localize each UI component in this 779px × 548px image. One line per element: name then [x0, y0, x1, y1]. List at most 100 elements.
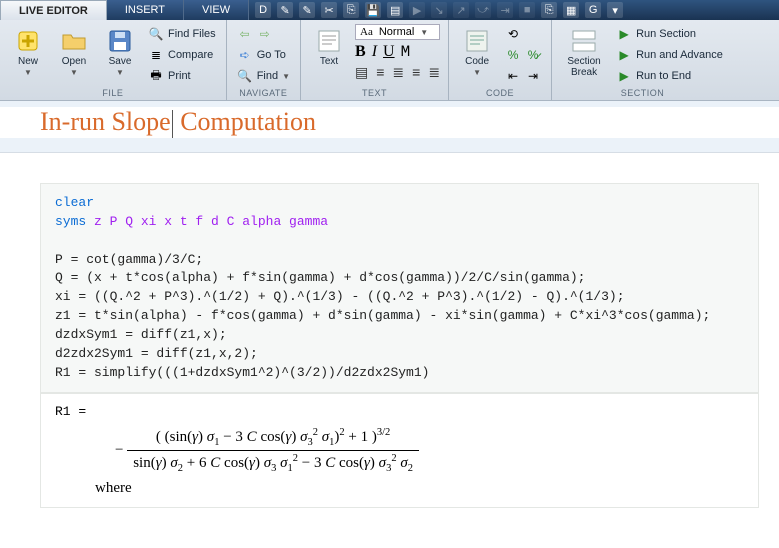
group-file-label: FILE [8, 86, 218, 100]
group-code-label: CODE [457, 86, 543, 100]
find-icon: 🔍 [237, 68, 253, 84]
goto-label: Go To [257, 49, 286, 61]
open-label: Open [62, 56, 86, 67]
output-var-label: R1 = [55, 404, 744, 419]
run-advance-label: Run and Advance [636, 49, 723, 61]
code-icon [464, 28, 490, 54]
save-all-icon[interactable]: ▤ [387, 2, 403, 18]
new-button[interactable]: New▼ [8, 24, 48, 78]
outdent-icon: ⇤ [505, 68, 521, 84]
section-break-button[interactable]: Section Break [560, 24, 608, 78]
doc-g-icon[interactable]: G [585, 2, 601, 18]
goto-button[interactable]: ➪Go To [235, 45, 292, 65]
uncomment-icon: %̷ [525, 47, 541, 63]
code-button-label: Code [465, 56, 489, 67]
group-section: Section Break ▶Run Section ▶ Run and Adva… [552, 20, 733, 100]
code-kw-syms: syms [55, 214, 94, 229]
align-left-button[interactable]: ≣ [392, 64, 404, 81]
qat-more-icon[interactable]: ▾ [607, 2, 623, 18]
stop-icon[interactable]: ■ [519, 2, 535, 18]
step-over-icon[interactable]: ⤻ [475, 2, 491, 18]
tab-view[interactable]: VIEW [184, 0, 249, 20]
tab-live-editor[interactable]: LIVE EDITOR [0, 0, 107, 20]
find-files-label: Find Files [168, 28, 216, 40]
save-icon[interactable]: 💾 [365, 2, 381, 18]
find-label: Find [257, 70, 278, 82]
comment-icon: % [505, 47, 521, 63]
run-advance-icon: ▶ [616, 47, 632, 63]
comment-button[interactable]: %%̷ [503, 45, 543, 65]
find-files-button[interactable]: 🔍 Find Files [146, 24, 218, 44]
tab-row: LIVE EDITOR INSERT VIEW D ✎ ✎ ✂ ⎘ 💾 ▤ ▶ … [0, 0, 779, 20]
number-list-button[interactable]: ≡ [376, 64, 384, 81]
find-files-icon: 🔍 [148, 26, 164, 42]
underline-button[interactable]: U [383, 43, 395, 61]
code-line-7: dzdxSym1 = diff(z1,x); [55, 327, 227, 342]
group-navigate: ⇦⇨ ➪Go To 🔍Find ▼ NAVIGATE [227, 20, 301, 100]
run-end-label: Run to End [636, 70, 691, 82]
refactor-button[interactable]: ⟲ [503, 24, 543, 44]
run-advance-button[interactable]: ▶ Run and Advance [614, 45, 725, 65]
save-file-icon [107, 28, 133, 54]
run-section-button[interactable]: ▶Run Section [614, 24, 725, 44]
indent-button[interactable]: ⇤⇥ [503, 66, 543, 86]
text-button[interactable]: Text [309, 24, 349, 67]
open-button[interactable]: Open▼ [54, 24, 94, 78]
print-button[interactable]: 🖶Print [146, 66, 218, 86]
step-in-icon[interactable]: ↘ [431, 2, 447, 18]
code-line-4: Q = (x + t*cos(alpha) + f*sin(gamma) + d… [55, 270, 586, 285]
code-button[interactable]: Code▼ [457, 24, 497, 78]
compare-icon: ≣ [148, 47, 164, 63]
new-label: New [18, 56, 38, 67]
find-button[interactable]: 🔍Find ▼ [235, 66, 292, 86]
section-break-label: Section Break [567, 56, 600, 78]
section-break-icon [571, 28, 597, 54]
text-icon [316, 28, 342, 54]
code-line-6: z1 = t*sin(alpha) - f*cos(gamma) + d*sin… [55, 308, 710, 323]
page-title[interactable]: In-run Slope Computation [40, 107, 779, 138]
tab-insert[interactable]: INSERT [107, 0, 184, 20]
text-cursor [172, 110, 173, 138]
math-output: − ( (sin(γ) σ1 − 3 C cos(γ) σ32 σ1)2 + 1… [115, 427, 744, 474]
compare-label: Compare [168, 49, 213, 61]
save-button[interactable]: Save▼ [100, 24, 140, 78]
group-text-label: TEXT [309, 86, 440, 100]
bullet-list-button[interactable]: ▤ [355, 64, 368, 81]
copy-icon[interactable]: ⎘ [343, 2, 359, 18]
code-line-3: P = cot(gamma)/3/C; [55, 252, 203, 267]
fwd-icon: ⇨ [257, 26, 273, 42]
compare-button[interactable]: ≣ Compare [146, 45, 218, 65]
nav-arrows[interactable]: ⇦⇨ [235, 24, 292, 44]
title-part-b: Computation [174, 107, 316, 136]
code-syms-list: z P Q xi x t f d C alpha gamma [94, 214, 328, 229]
align-right-button[interactable]: ≣ [428, 64, 440, 81]
output-block: R1 = − ( (sin(γ) σ1 − 3 C cos(γ) σ32 σ1)… [40, 393, 759, 508]
doc-d-icon[interactable]: D [255, 2, 271, 18]
italic-button[interactable]: I [372, 43, 377, 61]
qat-icon-2[interactable]: ✎ [299, 2, 315, 18]
style-select-label: Normal [379, 26, 414, 38]
group-section-label: SECTION [560, 86, 725, 100]
quick-access-toolbar: D ✎ ✎ ✂ ⎘ 💾 ▤ ▶ ↘ ↗ ⤻ ⇥ ■ ⎘ ▦ G ▾ [249, 0, 779, 20]
run-section-icon: ▶ [616, 26, 632, 42]
mono-button[interactable]: M [401, 43, 411, 61]
print-icon: 🖶 [148, 68, 164, 84]
group-code: Code▼ ⟲ %%̷ ⇤⇥ CODE [449, 20, 552, 100]
cut-icon[interactable]: ✂ [321, 2, 337, 18]
continue-icon[interactable]: ⇥ [497, 2, 513, 18]
code-line-1: clear [55, 195, 94, 210]
code-block[interactable]: clear syms z P Q xi x t f d C alpha gamm… [40, 183, 759, 393]
ribbon: New▼ Open▼ Save▼ 🔍Find Files ≣Compa [0, 20, 779, 100]
run-icon[interactable]: ▶ [409, 2, 425, 18]
qat-icon-1[interactable]: ✎ [277, 2, 293, 18]
qat-icon-b[interactable]: ▦ [563, 2, 579, 18]
new-icon [15, 28, 41, 54]
qat-icon-a[interactable]: ⎘ [541, 2, 557, 18]
align-center-button[interactable]: ≡ [412, 64, 420, 81]
bold-button[interactable]: B [355, 43, 366, 61]
document-body: clear syms z P Q xi x t f d C alpha gamm… [0, 153, 779, 548]
run-end-button[interactable]: ▶Run to End [614, 66, 725, 86]
style-select[interactable]: AaNormal▼ [355, 24, 440, 40]
step-out-icon[interactable]: ↗ [453, 2, 469, 18]
text-button-label: Text [320, 56, 338, 67]
